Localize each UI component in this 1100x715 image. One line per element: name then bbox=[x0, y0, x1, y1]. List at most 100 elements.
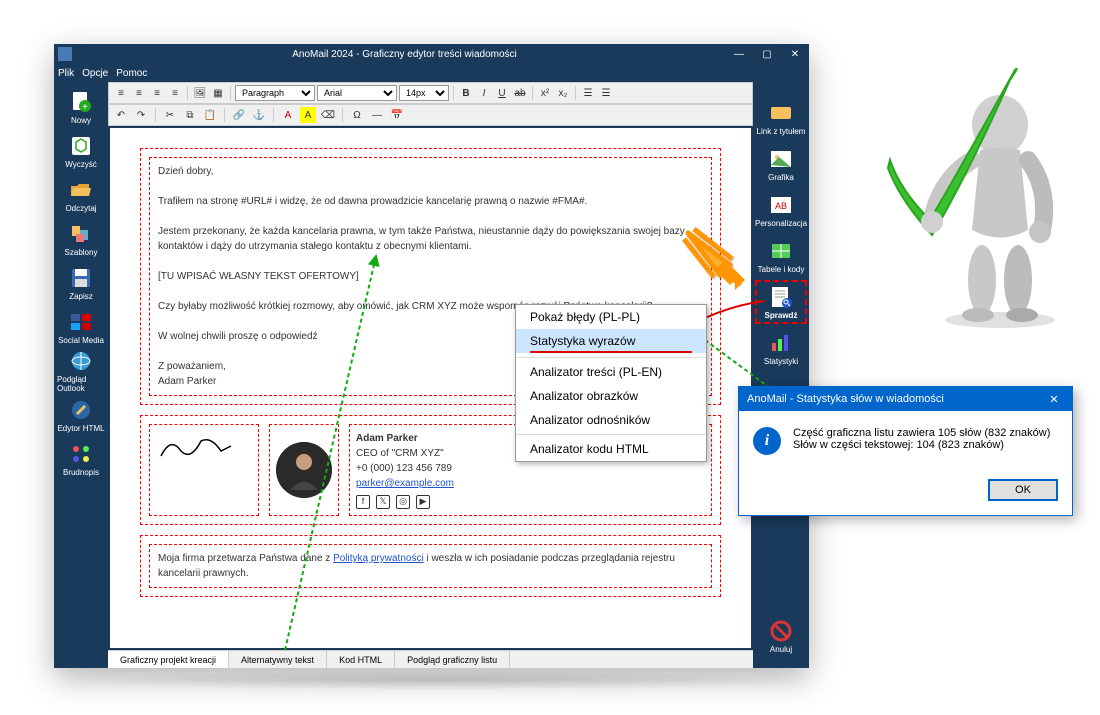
avatar-icon bbox=[276, 442, 332, 498]
r-label: Grafika bbox=[768, 173, 794, 182]
r-label: Personalizacja bbox=[755, 219, 807, 228]
rbtn-tabele[interactable]: Tabele i kody bbox=[755, 234, 807, 278]
info-icon: i bbox=[753, 427, 781, 455]
sig-email[interactable]: parker@example.com bbox=[356, 478, 454, 489]
document-add-icon: + bbox=[69, 90, 93, 114]
list-ol-icon[interactable]: ☰ bbox=[598, 85, 614, 101]
sidebar-podglad-outlook[interactable]: Podgląd Outlook bbox=[57, 350, 105, 392]
rbtn-statystyki[interactable]: Statystyki bbox=[755, 326, 807, 370]
tab-podglad[interactable]: Podgląd graficzny listu bbox=[395, 651, 510, 668]
link-icon bbox=[769, 101, 793, 125]
undo-icon[interactable]: ↶ bbox=[113, 107, 129, 123]
toolbar-row-1: ≡ ≡ ≡ ≡ 🖼 ▦ Paragraph Arial 14px B I U a… bbox=[108, 82, 753, 104]
menu-pomoc[interactable]: Pomoc bbox=[116, 68, 147, 79]
dialog-close-button[interactable]: ✕ bbox=[1044, 390, 1064, 408]
date-icon[interactable]: 📅 bbox=[389, 107, 405, 123]
cm-statystyka-wyrazow[interactable]: Statystyka wyrazów bbox=[516, 329, 706, 353]
size-select[interactable]: 14px bbox=[399, 85, 449, 101]
link-icon[interactable]: 🔗 bbox=[231, 107, 247, 123]
rbtn-personalizacja[interactable]: AB Personalizacja bbox=[755, 188, 807, 232]
instagram-icon[interactable]: ◎ bbox=[396, 495, 410, 509]
underline-icon[interactable]: U bbox=[494, 85, 510, 101]
sidebar-social[interactable]: Social Media bbox=[57, 306, 105, 348]
folder-open-icon bbox=[69, 178, 93, 202]
list-ul-icon[interactable]: ☰ bbox=[580, 85, 596, 101]
paste-icon[interactable]: 📋 bbox=[202, 107, 218, 123]
twitter-icon[interactable]: 𝕏 bbox=[376, 495, 390, 509]
style-select[interactable]: Paragraph bbox=[235, 85, 315, 101]
left-sidebar: + Nowy Wyczyść Odczytaj Szablony Zapisz bbox=[54, 82, 108, 668]
context-menu: Pokaż błędy (PL-PL) Statystyka wyrazów A… bbox=[515, 304, 707, 462]
italic-icon[interactable]: I bbox=[476, 85, 492, 101]
font-color-icon[interactable]: A bbox=[280, 107, 296, 123]
clear-format-icon[interactable]: ⌫ bbox=[320, 107, 336, 123]
minimize-button[interactable]: — bbox=[729, 46, 749, 62]
sub-icon[interactable]: x₂ bbox=[555, 85, 571, 101]
align-left-icon[interactable]: ≡ bbox=[113, 85, 129, 101]
menu-plik[interactable]: Plik bbox=[58, 68, 74, 79]
strike-icon[interactable]: ab bbox=[512, 85, 528, 101]
sidebar-edytor-html[interactable]: Edytor HTML bbox=[57, 394, 105, 436]
ok-button[interactable]: OK bbox=[988, 479, 1058, 501]
copy-icon[interactable]: ⧉ bbox=[182, 107, 198, 123]
globe-icon bbox=[69, 349, 93, 373]
tab-kod-html[interactable]: Kod HTML bbox=[327, 651, 395, 668]
email-greeting: Dzień dobry, bbox=[158, 164, 703, 179]
sidebar-label: Edytor HTML bbox=[57, 424, 104, 433]
anchor-icon[interactable]: ⚓ bbox=[251, 107, 267, 123]
table-icon bbox=[769, 239, 793, 263]
sidebar-label: Szablony bbox=[65, 248, 98, 257]
toolbar-row-2: ↶ ↷ ✂ ⧉ 📋 🔗 ⚓ A A ⌫ Ω — 📅 bbox=[108, 104, 753, 126]
cm-analizator-html[interactable]: Analizator kodu HTML bbox=[516, 437, 706, 461]
maximize-button[interactable]: ▢ bbox=[757, 46, 777, 62]
image-insert-icon[interactable]: 🖼 bbox=[192, 85, 208, 101]
menu-opcje[interactable]: Opcje bbox=[82, 68, 108, 79]
sup-icon[interactable]: x² bbox=[537, 85, 553, 101]
rbtn-grafika[interactable]: Grafika bbox=[755, 142, 807, 186]
sidebar-brudnopis[interactable]: Brudnopis bbox=[57, 438, 105, 480]
sidebar-wyczysc[interactable]: Wyczyść bbox=[57, 130, 105, 172]
tab-graficzny[interactable]: Graficzny projekt kreacji bbox=[108, 651, 229, 668]
redo-icon[interactable]: ↷ bbox=[133, 107, 149, 123]
app-icon bbox=[58, 47, 72, 61]
align-center-icon[interactable]: ≡ bbox=[131, 85, 147, 101]
sidebar-zapisz[interactable]: Zapisz bbox=[57, 262, 105, 304]
templates-icon bbox=[69, 222, 93, 246]
table-icon[interactable]: ▦ bbox=[210, 85, 226, 101]
social-icon bbox=[69, 310, 93, 334]
sidebar-label: Odczytaj bbox=[65, 204, 96, 213]
signature-handwriting-icon bbox=[156, 431, 236, 467]
r-label: Tabele i kody bbox=[758, 265, 805, 274]
orange-arrow-icon bbox=[680, 225, 750, 295]
facebook-icon[interactable]: f bbox=[356, 495, 370, 509]
cm-pokaz-bledy[interactable]: Pokaż błędy (PL-PL) bbox=[516, 305, 706, 329]
email-p1: Trafiłem na stronę #URL# i widzę, że od … bbox=[158, 194, 703, 209]
font-select[interactable]: Arial bbox=[317, 85, 397, 101]
rbtn-anuluj[interactable]: Anuluj bbox=[755, 614, 807, 658]
cut-icon[interactable]: ✂ bbox=[162, 107, 178, 123]
html-edit-icon bbox=[69, 398, 93, 422]
sidebar-label: Nowy bbox=[71, 116, 91, 125]
cm-analizator-odnosnikow[interactable]: Analizator odnośników bbox=[516, 408, 706, 432]
close-button[interactable]: ✕ bbox=[785, 46, 805, 62]
rbtn-link-tytul[interactable]: Link z tytułem bbox=[755, 96, 807, 140]
cm-analizator-tresci[interactable]: Analizator treści (PL-EN) bbox=[516, 360, 706, 384]
checkmark-figure-icon bbox=[870, 50, 1070, 330]
youtube-icon[interactable]: ▶ bbox=[416, 495, 430, 509]
recycle-icon bbox=[69, 134, 93, 158]
align-justify-icon[interactable]: ≡ bbox=[167, 85, 183, 101]
tab-alternatywny[interactable]: Alternatywny tekst bbox=[229, 651, 327, 668]
dialog-title: AnoMail - Statystyka słów w wiadomości bbox=[747, 393, 1044, 405]
bold-icon[interactable]: B bbox=[458, 85, 474, 101]
sidebar-label: Zapisz bbox=[69, 292, 93, 301]
sidebar-nowy[interactable]: + Nowy bbox=[57, 86, 105, 128]
cm-analizator-obrazkow[interactable]: Analizator obrazków bbox=[516, 384, 706, 408]
symbol-icon[interactable]: Ω bbox=[349, 107, 365, 123]
privacy-link[interactable]: Polityką prywatności bbox=[333, 553, 424, 564]
rbtn-sprawdz[interactable]: Sprawdź bbox=[755, 280, 807, 324]
sidebar-odczytaj[interactable]: Odczytaj bbox=[57, 174, 105, 216]
hr-icon[interactable]: — bbox=[369, 107, 385, 123]
sidebar-szablony[interactable]: Szablony bbox=[57, 218, 105, 260]
bg-color-icon[interactable]: A bbox=[300, 107, 316, 123]
align-right-icon[interactable]: ≡ bbox=[149, 85, 165, 101]
